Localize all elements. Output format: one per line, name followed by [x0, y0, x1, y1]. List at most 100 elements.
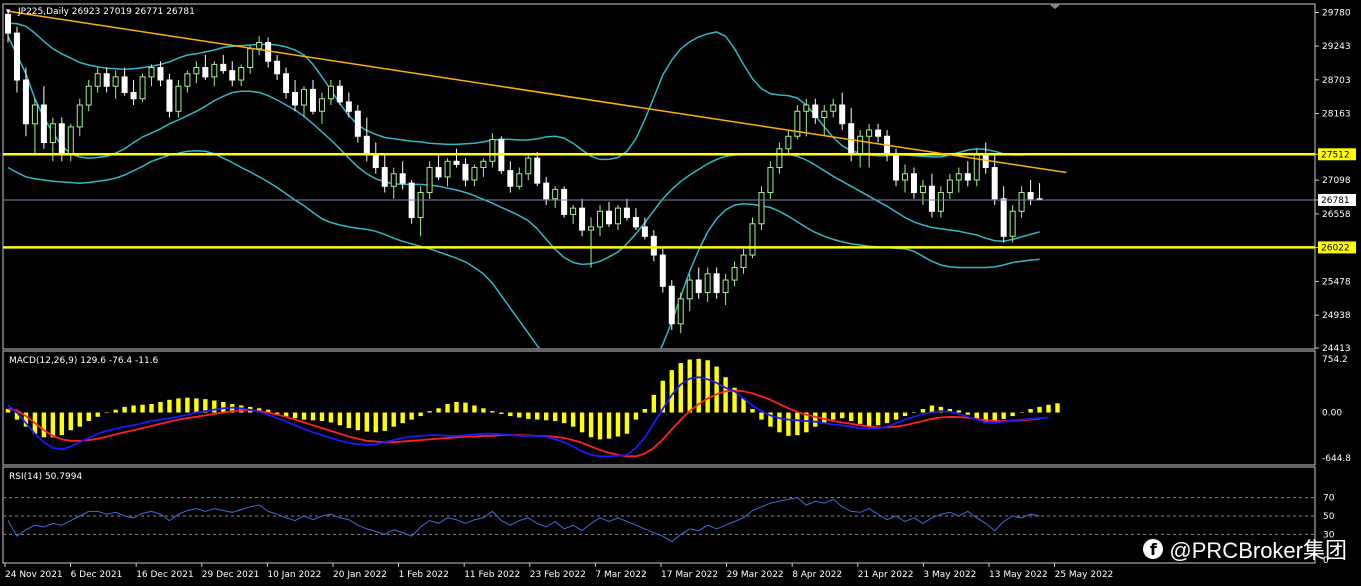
candle-body	[1000, 198, 1007, 237]
macd-histogram-bar	[95, 412, 100, 417]
candle-body	[632, 217, 639, 228]
macd-histogram-bar	[346, 412, 352, 429]
price-tick-label: 27098	[1322, 176, 1351, 186]
candle-body	[668, 285, 675, 325]
candle-body	[103, 73, 110, 87]
price-tick-label: 29780	[1322, 9, 1351, 19]
macd-tick-label: 754.2	[1322, 355, 1348, 365]
macd-histogram-bar	[373, 412, 378, 433]
candle-body	[722, 279, 729, 294]
candle-body	[22, 79, 29, 125]
macd-histogram-bar	[364, 412, 369, 432]
candle-body	[148, 67, 155, 78]
current-price-label: 26781	[1321, 196, 1350, 206]
candle-body	[605, 210, 612, 225]
macd-histogram-bar	[1028, 409, 1033, 413]
candle-body	[776, 148, 783, 169]
macd-histogram-bar	[472, 405, 477, 413]
candle-body	[94, 73, 101, 87]
macd-histogram-bar	[1010, 412, 1015, 417]
candle-body	[902, 173, 908, 181]
macd-histogram-bar	[570, 412, 576, 427]
macd-histogram-bar	[723, 377, 728, 413]
candle-body	[1018, 192, 1025, 212]
candle-body	[919, 185, 926, 194]
candle-body	[157, 67, 164, 81]
level-price-label: 27512	[1321, 150, 1350, 160]
candle-body	[507, 170, 514, 187]
rsi-tick-label: 50	[1323, 512, 1335, 522]
macd-histogram-bar	[750, 409, 755, 413]
macd-histogram-bar	[292, 412, 298, 419]
candle-body	[875, 129, 882, 137]
candle-body	[588, 226, 595, 231]
macd-tick-label: -644.8	[1322, 454, 1351, 464]
macd-histogram-bar	[956, 410, 962, 413]
candle-body	[480, 160, 487, 169]
time-tick-label: 24 Nov 2021	[5, 570, 63, 580]
candle-body	[417, 192, 424, 219]
macd-histogram-bar	[561, 412, 567, 424]
macd-histogram-bar	[831, 412, 836, 420]
facebook-icon: f	[1143, 539, 1164, 559]
candle-body	[435, 167, 442, 178]
candle-body	[363, 135, 370, 156]
macd-histogram-bar	[705, 360, 710, 413]
macd-histogram-bar	[642, 409, 648, 413]
macd-histogram-bar	[857, 412, 863, 424]
time-tick-label: 8 Apr 2022	[792, 570, 842, 580]
macd-histogram-bar	[786, 412, 791, 436]
macd-histogram-bar	[544, 412, 549, 421]
candle-body	[5, 13, 11, 34]
macd-histogram-bar	[1001, 412, 1006, 419]
candle-body	[1027, 192, 1034, 200]
macd-histogram-bar	[104, 412, 109, 414]
macd-histogram-bar	[1046, 404, 1051, 413]
macd-histogram-bar	[194, 398, 199, 413]
macd-histogram-bar	[965, 412, 970, 415]
time-tick-label: 10 Jan 2022	[267, 570, 321, 580]
macd-histogram-bar	[552, 412, 558, 422]
macd-histogram-bar	[499, 412, 504, 414]
candle-body	[910, 173, 917, 194]
macd-histogram-bar	[848, 412, 854, 422]
macd-histogram-bar	[624, 412, 630, 434]
candle-body	[713, 273, 720, 294]
time-tick-label: 23 Feb 2022	[530, 570, 586, 580]
macd-panel-header: MACD(12,26,9) 129.6 -76.4 -11.6	[9, 356, 159, 366]
candle-body	[686, 279, 693, 300]
time-tick-label: 11 Feb 2022	[464, 570, 520, 580]
macd-histogram-bar	[131, 405, 136, 413]
candle-body	[67, 126, 74, 156]
candle-body	[821, 110, 828, 119]
candle-body	[256, 42, 263, 50]
rsi-panel-header: RSI(14) 50.7994	[9, 472, 82, 482]
macd-histogram-bar	[606, 412, 612, 439]
price-tick-label: 24413	[1322, 344, 1351, 354]
macd-histogram-bar	[400, 412, 405, 424]
macd-histogram-bar	[687, 359, 692, 413]
candle-body	[444, 160, 451, 178]
candle-body	[220, 63, 227, 72]
macd-histogram-bar	[310, 412, 316, 421]
macd-histogram-bar	[920, 409, 926, 413]
candle-body	[543, 182, 550, 200]
candle-body	[354, 110, 361, 137]
time-tick-label: 16 Dec 2021	[136, 570, 194, 580]
macd-histogram-bar	[490, 411, 495, 413]
macd-histogram-bar	[50, 412, 56, 438]
candle-body	[40, 104, 47, 144]
price-tick-label: 29243	[1322, 42, 1351, 52]
macd-histogram-bar	[427, 411, 432, 413]
macd-histogram-bar	[113, 409, 118, 413]
candle-body	[462, 163, 469, 181]
macd-histogram-bar	[678, 363, 683, 413]
time-tick-label: 1 Feb 2022	[399, 570, 449, 580]
time-tick-label: 17 Mar 2022	[661, 570, 718, 580]
candle-body	[112, 76, 119, 87]
macd-histogram-bar	[1037, 406, 1042, 413]
candle-body	[274, 60, 281, 75]
macd-histogram-bar	[185, 397, 190, 413]
time-tick-label: 21 Apr 2022	[858, 570, 914, 580]
chart-menu-icon[interactable]: ▾	[6, 7, 11, 17]
